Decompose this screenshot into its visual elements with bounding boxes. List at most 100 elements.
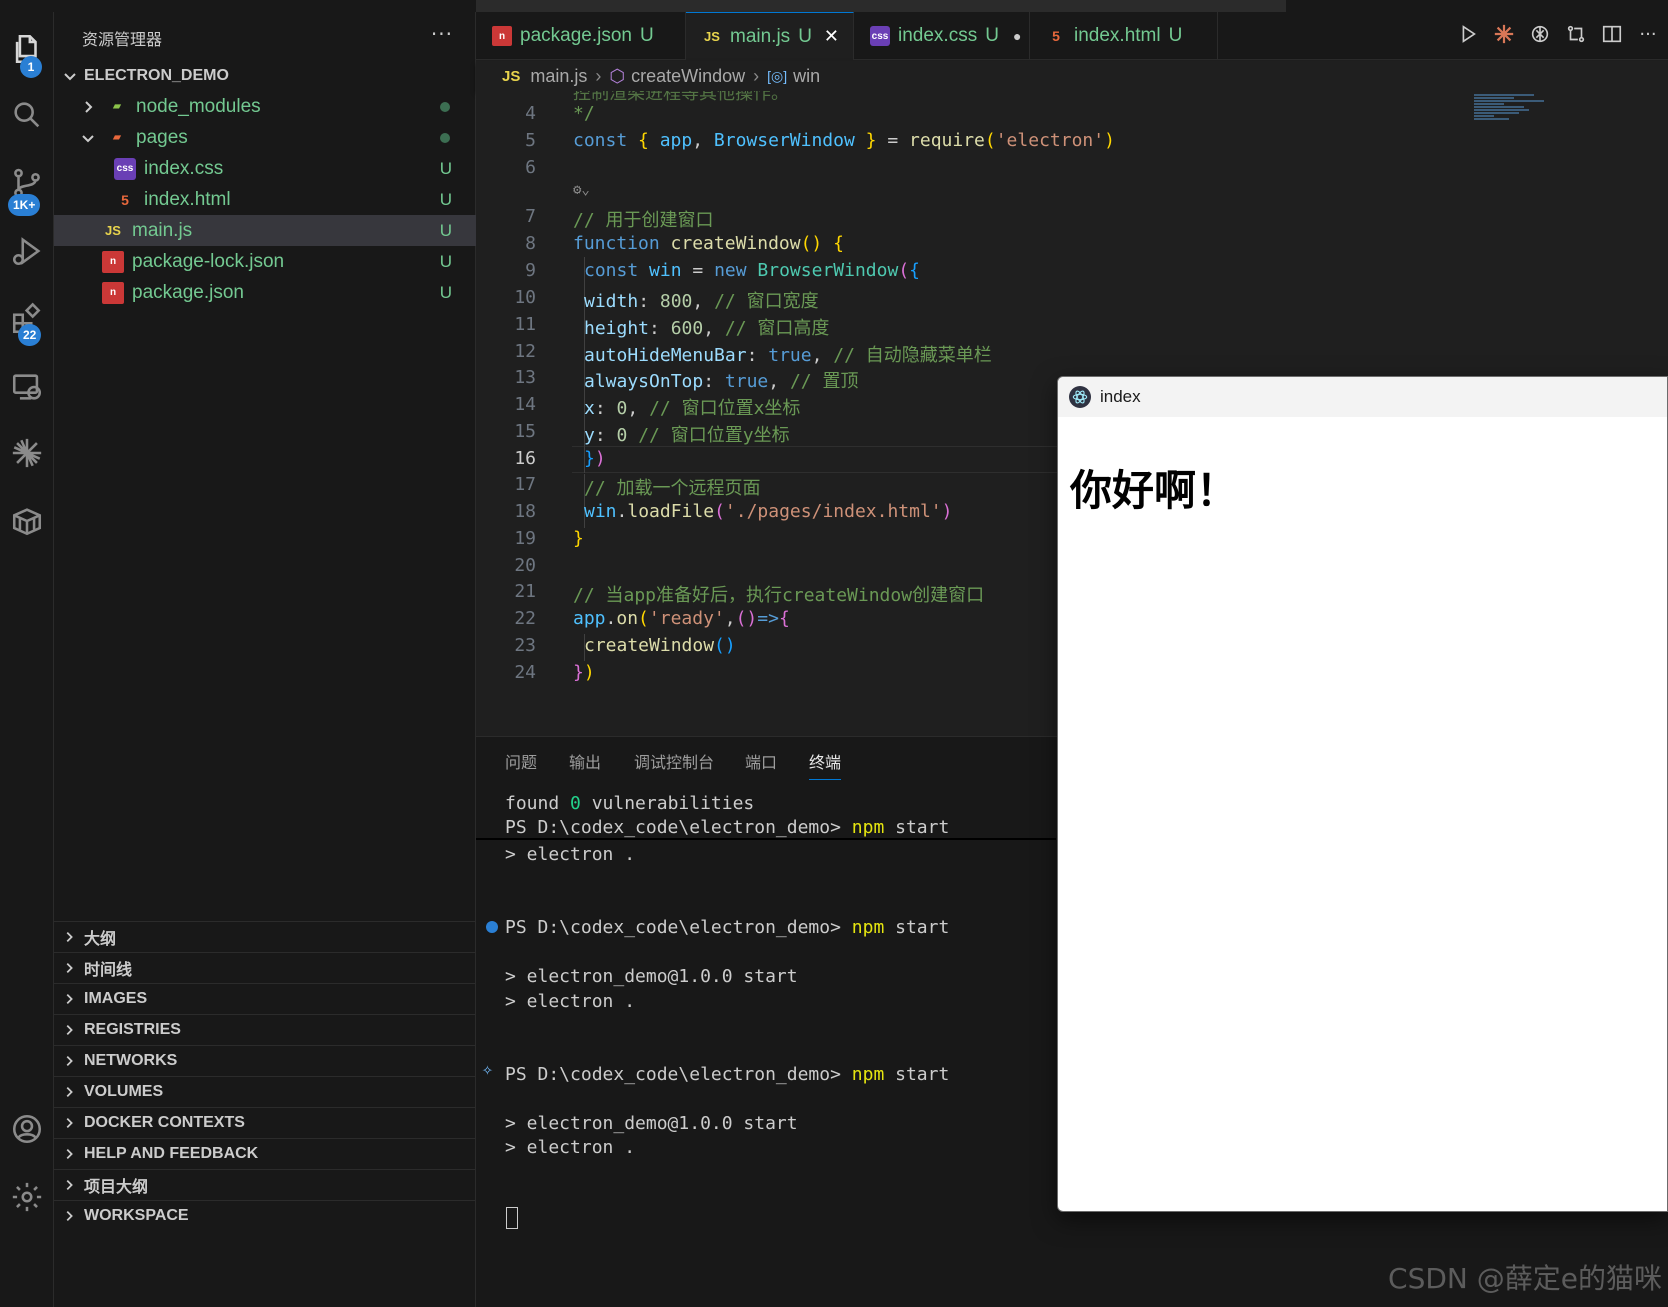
panel-help-feedback[interactable]: HELP AND FEEDBACK [54,1138,476,1169]
panel-timeline[interactable]: 时间线 [54,952,476,983]
manage-activity[interactable] [0,1170,54,1224]
chevron-right-icon [85,100,93,113]
chevron-right-icon [66,932,73,942]
tab-problems[interactable]: 问题 [505,749,537,779]
breadcrumb: JS main.js › ⬡ createWindow › [◎] win [476,61,1668,91]
panel-outline[interactable]: 大纲 [54,921,476,952]
terminal-line: > electron . [505,991,636,1012]
tab-debug-console[interactable]: 调试控制台 [634,749,714,779]
git-status: U [439,220,452,240]
tree-item-label: package-lock.json [132,250,285,272]
activity-bar: 1 1K+ 22 [0,12,54,1307]
run-debug-icon [12,237,41,266]
split-editor-button[interactable] [1600,22,1624,46]
panel-registries[interactable]: REGISTRIES [54,1014,476,1045]
chatgpt-button[interactable] [1528,22,1552,46]
tab-index-html[interactable]: 5 index.html U [1030,12,1218,60]
source-control-activity[interactable]: 1K+ [0,156,54,216]
line-number: 12 [514,341,536,362]
chevron-down-icon [64,72,76,80]
title-bar-strip [0,0,1668,12]
panel-docker-contexts[interactable]: DOCKER CONTEXTS [54,1107,476,1138]
breadcrumb-function[interactable]: createWindow [631,66,745,87]
node-folder-icon: ▰ [113,101,121,112]
panel-label: NETWORKS [84,1052,178,1069]
line-number: 19 [514,528,536,549]
panel-volumes[interactable]: VOLUMES [54,1076,476,1107]
panel-label: 大纲 [84,931,117,948]
workspace-root[interactable]: ELECTRON_DEMO [54,60,476,91]
git-status: U [439,158,452,178]
panel-workspace[interactable]: WORKSPACE [54,1200,476,1231]
gear-icon [12,1182,42,1212]
more-editor-actions-button[interactable]: ··· [1636,22,1660,46]
watermark: CSDN @薛定e的猫咪 [1388,1262,1662,1295]
chevron-down-icon [82,134,94,142]
docker-activity[interactable] [0,494,54,548]
codelens-icon[interactable]: ⚙︎⌄ [573,182,590,198]
terminal-line: > electron_demo@1.0.0 start [505,1113,798,1134]
code-line: function createWindow() { [573,233,844,254]
tab-label: main.js [730,25,791,47]
tree-item-package-json[interactable]: n package.json U [54,277,476,308]
run-debug-activity[interactable] [0,224,54,278]
sparkle-icon[interactable]: ✧ [482,1059,493,1080]
close-icon[interactable]: ✕ [824,26,839,47]
remote-explorer-activity[interactable] [0,360,54,414]
line-number: 15 [514,421,536,442]
panel-project-outline[interactable]: 项目大纲 [54,1169,476,1200]
accounts-activity[interactable] [0,1102,54,1156]
extensions-activity[interactable]: 22 [0,292,54,346]
tab-index-css[interactable]: css index.css U ● [854,12,1030,60]
explorer-activity[interactable]: 1 [0,22,54,78]
tree-item-node-modules[interactable]: ▰ node_modules [54,91,476,122]
scm-badge: 1K+ [8,194,41,216]
run-button[interactable] [1456,22,1480,46]
claude-button[interactable] [1492,22,1516,46]
css-file-icon: css [114,157,136,180]
tree-item-pages[interactable]: ▰ pages [54,122,476,153]
search-activity[interactable] [0,88,54,142]
minimap[interactable] [1474,93,1554,137]
git-status: U [439,189,452,209]
tree-item-label: pages [136,126,188,148]
chevron-right-icon [66,1118,73,1128]
breadcrumb-variable[interactable]: win [793,66,820,87]
breadcrumb-file[interactable]: main.js [530,66,587,87]
electron-title-bar[interactable]: index [1058,377,1667,417]
tree-item-package-lock[interactable]: n package-lock.json U [54,246,476,277]
tab-main-js[interactable]: JS main.js U ✕ [686,12,854,60]
ai-assistant-activity[interactable] [0,426,54,480]
terminal-cursor [506,1207,518,1229]
explorer-title: 资源管理器 [82,30,163,49]
tab-ports[interactable]: 端口 [745,749,777,779]
tab-output[interactable]: 输出 [569,749,601,779]
panel-networks[interactable]: NETWORKS [54,1045,476,1076]
line-number: 22 [514,608,536,629]
compare-changes-button[interactable] [1564,22,1588,46]
code-line: width: 800, // 窗口宽度 [584,291,819,312]
chevron-right-icon: › [595,65,602,86]
unsaved-dot-icon[interactable]: ● [1013,28,1021,44]
tab-package-json[interactable]: n package.json U [476,12,686,60]
title-bar-highlight [476,0,1286,12]
tree-item-main-js[interactable]: JS main.js U [54,215,476,246]
line-number: 23 [514,635,536,656]
terminal-separator [476,838,1056,840]
tree-item-index-html[interactable]: 5 index.html U [54,184,476,215]
electron-app-window[interactable]: index 你好啊！ [1057,376,1668,1212]
more-actions-button[interactable]: ··· [431,22,453,46]
line-number: 8 [525,233,536,254]
search-icon [14,102,40,128]
js-file-icon: JS [704,29,720,44]
tree-item-index-css[interactable]: css index.css U [54,153,476,184]
js-file-icon: JS [502,67,521,85]
chevron-right-icon [66,1087,73,1097]
html-file-icon: 5 [121,191,129,208]
command-decoration-icon[interactable] [486,921,498,933]
tab-terminal[interactable]: 终端 [809,749,842,780]
tree-item-label: index.css [144,157,224,179]
tree-item-label: node_modules [136,95,261,117]
tab-label: index.css [898,25,978,46]
panel-images[interactable]: IMAGES [54,983,476,1014]
